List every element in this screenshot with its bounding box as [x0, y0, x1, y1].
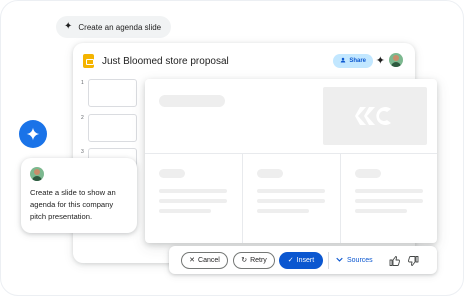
document-title[interactable]: Just Bloomed store proposal [102, 56, 229, 67]
retry-button-label: Retry [250, 257, 267, 264]
chevron-down-icon [336, 257, 343, 264]
thumbnail-number: 2 [81, 115, 84, 121]
gemini-sparkle-icon [19, 120, 47, 148]
close-icon: ✕ [189, 257, 196, 264]
toolbar-divider [328, 252, 329, 269]
share-button-label: Share [349, 58, 366, 64]
user-message-text: Create a slide to show an agenda for thi… [30, 188, 116, 221]
agenda-heading-placeholder [355, 169, 381, 178]
thumbnail-number: 1 [81, 80, 84, 86]
company-logo-icon [355, 107, 391, 125]
company-logo-placeholder [323, 87, 427, 145]
agenda-text-placeholder [355, 189, 423, 193]
agenda-text-placeholder [355, 209, 407, 213]
column-divider [340, 153, 341, 243]
generated-slide-preview [145, 79, 437, 243]
prompt-chip-label: Create an agenda slide [78, 22, 162, 32]
slide-title-placeholder [159, 95, 225, 107]
refresh-icon: ↻ [241, 257, 248, 264]
agenda-text-placeholder [257, 209, 309, 213]
sparkle-icon: ✦ [64, 21, 73, 32]
slide-thumbnail[interactable] [88, 79, 137, 107]
insert-button-label: Insert [296, 257, 315, 264]
agenda-text-placeholder [159, 199, 227, 203]
agenda-text-placeholder [159, 209, 211, 213]
person-icon [340, 57, 346, 65]
cancel-button[interactable]: ✕ Cancel [181, 252, 228, 269]
agenda-text-placeholder [257, 189, 325, 193]
slides-doc-icon [83, 54, 94, 68]
cancel-button-label: Cancel [198, 257, 220, 264]
canvas-frame: ✦ Create an agenda slide Just Bloomed st… [0, 0, 464, 296]
agenda-heading-placeholder [257, 169, 283, 178]
prompt-chip[interactable]: ✦ Create an agenda slide [56, 16, 172, 38]
sparkle-icon[interactable]: ✦ [376, 54, 385, 68]
insert-button[interactable]: ✓ Insert [279, 252, 323, 269]
thumbnail-number: 3 [81, 149, 84, 155]
thumbs-up-icon[interactable] [389, 254, 401, 266]
action-toolbar: ✕ Cancel ↻ Retry ✓ Insert Sources [169, 246, 437, 274]
column-divider [242, 153, 243, 243]
agenda-text-placeholder [257, 199, 325, 203]
sources-label: Sources [347, 257, 373, 264]
share-button[interactable]: Share [333, 54, 373, 68]
column-divider [145, 153, 437, 154]
sources-toggle[interactable]: Sources [336, 252, 373, 269]
agenda-heading-placeholder [159, 169, 185, 178]
check-icon: ✓ [287, 257, 294, 264]
thumbs-down-icon[interactable] [407, 254, 419, 266]
agenda-text-placeholder [355, 199, 423, 203]
slide-thumbnail[interactable] [88, 114, 137, 142]
user-avatar [30, 167, 44, 181]
retry-button[interactable]: ↻ Retry [233, 252, 275, 269]
agenda-text-placeholder [159, 189, 227, 193]
user-message-bubble: Create a slide to show an agenda for thi… [21, 158, 137, 233]
user-avatar[interactable] [389, 53, 403, 67]
